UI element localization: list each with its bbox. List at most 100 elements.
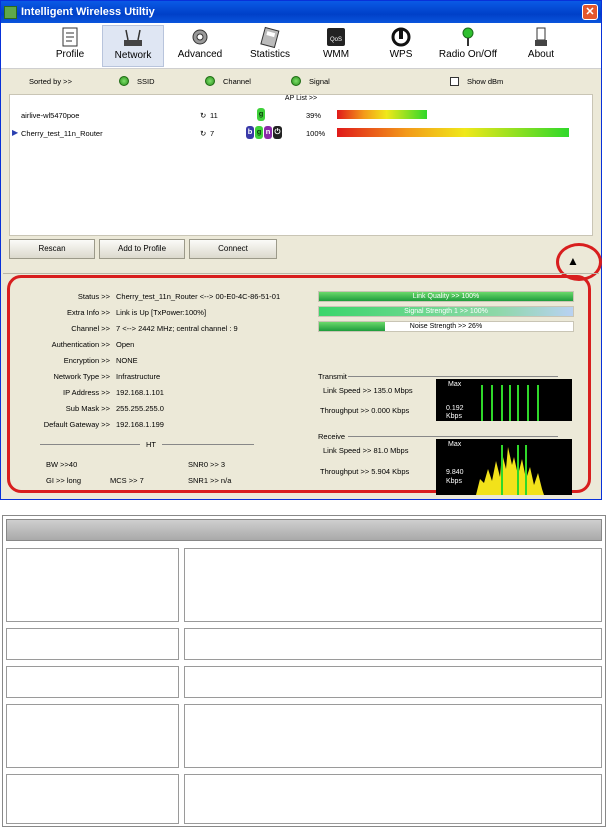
tab-about-label: About — [527, 49, 555, 60]
collapse-button[interactable]: ▲ — [561, 253, 585, 269]
transmit-divider — [348, 376, 558, 377]
ap-signal-bar — [337, 128, 569, 137]
connect-button[interactable]: Connect — [189, 239, 277, 259]
network-type-value: Infrastructure — [116, 372, 161, 381]
status-value: Cherry_test_11n_Router <--> 00-E0-4C-86-… — [116, 292, 281, 301]
table-header — [6, 519, 602, 541]
tab-profile-label: Profile — [55, 49, 85, 60]
document-table — [2, 515, 606, 827]
channel-label: Channel >> — [71, 324, 110, 333]
app-icon — [4, 5, 17, 19]
rescan-button[interactable]: Rescan — [9, 239, 95, 259]
tab-advanced[interactable]: Advanced — [169, 25, 231, 67]
advanced-icon — [192, 29, 208, 45]
show-dbm-label: Show dBm — [467, 77, 504, 86]
table-cell — [6, 704, 179, 768]
gateway-value: 192.168.1.199 — [116, 420, 164, 429]
sort-signal-label: Signal — [309, 77, 330, 86]
tx-link-speed: Link Speed >> 135.0 Mbps — [323, 386, 413, 395]
gateway-label: Default Gateway >> — [43, 420, 110, 429]
tab-radio-label: Radio On/Off — [438, 49, 498, 60]
radio-icon — [462, 27, 474, 46]
network-panel: Sorted by >> SSID Channel Signal Show dB… — [7, 70, 595, 259]
bw-value: BW >>40 — [46, 460, 78, 469]
table-cell — [6, 548, 179, 622]
wmm-icon: QoS — [327, 28, 345, 46]
sub-mask-value: 255.255.255.0 — [116, 404, 164, 413]
connection-info-panel: Status >> Cherry_test_11n_Router <--> 00… — [7, 275, 591, 495]
sort-row: Sorted by >> SSID Channel Signal Show dB… — [7, 70, 595, 92]
tx-graph-lines — [481, 385, 539, 421]
title-bar[interactable]: Intelligent Wireless Utiltiy ✕ — [1, 1, 601, 23]
sub-mask-label: Sub Mask >> — [65, 404, 110, 413]
ap-channel: 11 — [210, 111, 218, 120]
table-cell — [6, 774, 179, 824]
gi-value: GI >> long — [46, 476, 82, 485]
ht-divider-right — [162, 444, 254, 445]
tab-wmm[interactable]: QoS WMM — [305, 25, 367, 67]
sort-channel-label: Channel — [223, 77, 251, 86]
ht-title: HT — [146, 440, 156, 449]
signal-strength-text: Signal Strength 1 >> 100% — [404, 308, 488, 315]
transmit-title: Transmit — [318, 372, 347, 381]
encryption-value: NONE — [116, 356, 138, 365]
receive-title: Receive — [318, 432, 346, 441]
sort-channel-radio[interactable] — [205, 76, 215, 86]
table-cell — [184, 666, 602, 698]
link-quality-text: Link Quality >> 100% — [412, 293, 480, 300]
sort-signal-radio[interactable] — [291, 76, 301, 86]
transmit-graph: Max 0.192 Kbps — [436, 379, 572, 421]
close-button[interactable]: ✕ — [582, 4, 598, 20]
window-title: Intelligent Wireless Utiltiy — [21, 6, 155, 18]
ap-signal: 100% — [306, 129, 326, 138]
table-cell — [6, 666, 179, 698]
snr1-value: SNR1 >> n/a — [188, 476, 232, 485]
table-cell — [184, 774, 602, 824]
tab-network[interactable]: Network — [102, 25, 164, 67]
ap-row[interactable]: ▶ Cherry_test_11n_Router ↻ 7 b g n ⏻ 100… — [10, 125, 592, 141]
selected-arrow-icon: ▶ — [12, 128, 19, 137]
svg-text:QoS: QoS — [330, 37, 342, 43]
ap-channel: 7 — [210, 129, 215, 138]
toolbar: Profile Network Advanced Statistics QoS … — [1, 23, 601, 69]
table-cell — [184, 628, 602, 660]
mode-g-icon: g — [257, 108, 265, 121]
ap-ssid: airlive-wl5470poe — [21, 111, 80, 120]
tab-statistics-label: Statistics — [249, 49, 290, 60]
table-cell — [184, 548, 602, 622]
ap-ssid: Cherry_test_11n_Router — [21, 129, 103, 138]
profile-icon — [62, 27, 78, 47]
channel-icon: ↻ — [200, 111, 207, 120]
receive-graph: Max 9.840 Kbps — [436, 439, 572, 495]
tab-radio[interactable]: Radio On/Off — [437, 25, 499, 67]
table-cell — [6, 628, 179, 660]
tab-about[interactable]: About — [510, 25, 572, 67]
statistics-icon — [260, 26, 280, 48]
tab-wps[interactable]: WPS — [370, 25, 432, 67]
sort-ssid-radio[interactable] — [119, 76, 129, 86]
show-dbm-checkbox[interactable] — [450, 77, 459, 86]
mode-g-icon: g — [255, 126, 263, 139]
sort-label: Sorted by >> — [29, 77, 72, 86]
extra-info-value: Link is Up [TxPower:100%] — [116, 308, 207, 317]
tab-statistics[interactable]: Statistics — [239, 25, 301, 67]
tab-wmm-label: WMM — [322, 49, 350, 60]
status-label: Status >> — [77, 292, 110, 301]
tab-profile[interactable]: Profile — [39, 25, 101, 67]
add-to-profile-button[interactable]: Add to Profile — [99, 239, 185, 259]
divider — [3, 273, 599, 274]
rx-graph-area — [476, 445, 544, 495]
mode-n-icon: n — [264, 126, 272, 139]
app-window: Intelligent Wireless Utiltiy ✕ Profile N… — [0, 0, 602, 500]
tx-throughput: Throughput >> 0.000 Kbps — [320, 406, 410, 415]
table-cell — [184, 704, 602, 768]
network-icon — [124, 29, 142, 46]
ht-divider-left — [40, 444, 140, 445]
ap-row[interactable]: airlive-wl5470poe ↻ 11 g 39% — [10, 107, 592, 123]
noise-strength-bar: Noise Strength >> 26% — [318, 321, 574, 332]
wps-icon — [391, 27, 411, 47]
snr0-value: SNR0 >> 3 — [188, 460, 226, 469]
signal-strength-bar: Signal Strength 1 >> 100% — [318, 306, 574, 317]
network-type-label: Network Type >> — [53, 372, 110, 381]
rx-throughput: Throughput >> 5.904 Kbps — [320, 467, 410, 476]
